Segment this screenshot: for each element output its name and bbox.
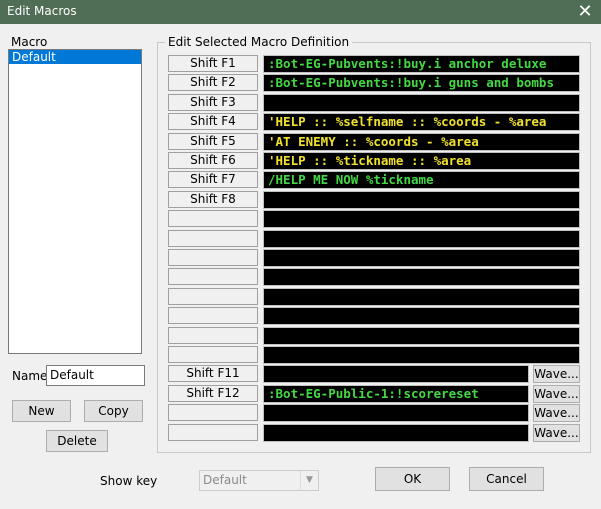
macro-text-field[interactable] (263, 230, 580, 248)
macro-text-field[interactable] (263, 404, 529, 422)
title-bar: Edit Macros ✕ (0, 0, 601, 24)
macro-text-field[interactable]: 'HELP :: %tickname :: %area (263, 152, 580, 170)
macro-key-button[interactable] (168, 307, 258, 324)
macro-key-button[interactable] (168, 424, 258, 441)
macro-text-field[interactable] (263, 346, 580, 364)
macro-key-button[interactable]: Shift F11 (168, 365, 258, 382)
macro-key-button[interactable] (168, 346, 258, 363)
macro-text-field[interactable]: :Bot-EG-Public-1:!scorereset (263, 385, 529, 403)
macro-text-field[interactable] (263, 288, 580, 306)
macro-text-field[interactable] (263, 94, 580, 112)
chevron-down-icon: ▼ (300, 471, 318, 490)
macro-text-field[interactable] (263, 268, 580, 286)
wave-button[interactable]: Wave... (533, 404, 580, 422)
delete-button[interactable]: Delete (46, 430, 108, 452)
show-key-value: Default (203, 473, 247, 487)
macro-text-field[interactable]: :Bot-EG-Pubvents:!buy.i anchor deluxe (263, 55, 580, 73)
macro-text-field[interactable]: 'AT ENEMY :: %coords - %area (263, 133, 580, 151)
macro-key-button[interactable]: Shift F7 (168, 171, 258, 188)
macro-key-button[interactable]: Shift F1 (168, 55, 258, 72)
macro-key-button[interactable]: Shift F2 (168, 74, 258, 91)
macro-listbox[interactable]: Default (8, 49, 142, 354)
macro-key-button[interactable]: Shift F6 (168, 152, 258, 169)
macro-key-button[interactable] (168, 249, 258, 266)
macro-key-button[interactable] (168, 210, 258, 227)
wave-button[interactable]: Wave... (533, 365, 580, 383)
show-key-select[interactable]: Default ▼ (199, 470, 319, 491)
macro-text-field[interactable]: /HELP ME NOW %tickname (263, 171, 580, 189)
name-input[interactable]: Default (46, 365, 145, 386)
macro-list-item-default[interactable]: Default (9, 50, 141, 64)
macro-text-field[interactable] (263, 365, 529, 383)
close-icon[interactable]: ✕ (569, 0, 601, 24)
wave-button[interactable]: Wave... (533, 385, 580, 403)
macro-definition-label: Edit Selected Macro Definition (165, 35, 353, 49)
macro-text-field[interactable] (263, 210, 580, 228)
macro-key-button[interactable]: Shift F8 (168, 191, 258, 208)
macro-key-button[interactable]: Shift F3 (168, 94, 258, 111)
macro-key-button[interactable] (168, 268, 258, 285)
macro-text-field[interactable] (263, 249, 580, 267)
window-title: Edit Macros (7, 4, 77, 18)
macro-key-button[interactable] (168, 327, 258, 344)
macro-key-button[interactable] (168, 230, 258, 247)
macro-text-field[interactable]: 'HELP :: %selfname :: %coords - %area (263, 113, 580, 131)
macro-key-button[interactable]: Shift F5 (168, 133, 258, 150)
macro-text-field[interactable] (263, 424, 529, 442)
cancel-button[interactable]: Cancel (469, 467, 544, 491)
macro-list-label: Macro (11, 35, 48, 49)
new-button[interactable]: New (12, 400, 71, 422)
wave-button[interactable]: Wave... (533, 424, 580, 442)
show-key-label: Show key (100, 474, 158, 488)
copy-button[interactable]: Copy (84, 400, 143, 422)
macro-key-button[interactable] (168, 404, 258, 421)
macro-text-field[interactable] (263, 307, 580, 325)
macro-text-field[interactable] (263, 191, 580, 209)
macro-key-button[interactable]: Shift F4 (168, 113, 258, 130)
ok-button[interactable]: OK (375, 467, 450, 491)
macro-text-field[interactable] (263, 327, 580, 345)
macro-text-field[interactable]: :Bot-EG-Pubvents:!buy.i guns and bombs (263, 74, 580, 92)
macro-key-button[interactable]: Shift F12 (168, 385, 258, 402)
macro-key-button[interactable] (168, 288, 258, 305)
